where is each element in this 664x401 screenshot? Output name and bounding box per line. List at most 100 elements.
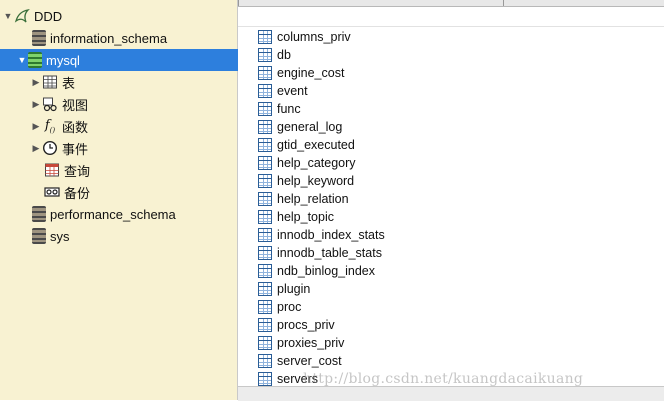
- tab-separator: [238, 0, 239, 6]
- object-tree-sidebar: ▼ DDD information_schema ▼ mysql ▶ 表 ▶ 视…: [0, 0, 238, 400]
- tree-node-connection[interactable]: ▼ DDD: [0, 5, 238, 27]
- tape-backup-icon: [44, 184, 60, 200]
- table-list-item[interactable]: func: [258, 100, 301, 118]
- table-icon: [258, 156, 272, 170]
- table-name: help_keyword: [277, 174, 355, 188]
- table-icon: [258, 354, 272, 368]
- function-fx-icon: f(): [44, 118, 56, 135]
- disclosure-triangle-collapsed-icon[interactable]: ▶: [30, 77, 42, 88]
- table-list-item[interactable]: procs_priv: [258, 316, 335, 334]
- database-label: sys: [50, 228, 70, 244]
- table-list-item[interactable]: proc: [258, 298, 301, 316]
- table-name: innodb_table_stats: [277, 246, 382, 260]
- table-icon: [258, 282, 272, 296]
- table-name: func: [277, 102, 301, 116]
- table-name: engine_cost: [277, 66, 345, 80]
- database-label: information_schema: [50, 30, 168, 46]
- table-name: server_cost: [277, 354, 342, 368]
- tree-node-database-selected[interactable]: ▼ mysql: [0, 49, 238, 71]
- table-list-item[interactable]: help_category: [258, 154, 356, 172]
- tree-node-functions[interactable]: ▶ f() 函数: [0, 115, 238, 137]
- table-list-item[interactable]: general_log: [258, 118, 342, 136]
- tree-child-label: 视图: [62, 97, 89, 113]
- table-icon: [258, 66, 272, 80]
- table-list-item[interactable]: engine_cost: [258, 64, 344, 82]
- tree-node-backups[interactable]: 备份: [0, 181, 238, 203]
- table-icon: [258, 228, 272, 242]
- table-icon: [258, 318, 272, 332]
- database-open-icon: [28, 52, 42, 68]
- tab-separator: [503, 0, 504, 6]
- tree-child-label: 备份: [64, 185, 91, 201]
- tree-node-events[interactable]: ▶ 事件: [0, 137, 238, 159]
- tree-child-label: 表: [62, 75, 76, 91]
- table-list-item[interactable]: help_relation: [258, 190, 349, 208]
- table-list-item[interactable]: event: [258, 82, 308, 100]
- tree-node-database[interactable]: information_schema: [0, 27, 238, 49]
- table-icon: [258, 246, 272, 260]
- table-list-item[interactable]: plugin: [258, 280, 310, 298]
- table-icon: [258, 192, 272, 206]
- table-icon: [258, 30, 272, 44]
- database-icon: [32, 228, 46, 244]
- table-icon: [258, 300, 272, 314]
- table-name: plugin: [277, 282, 311, 296]
- tree-node-database[interactable]: sys: [0, 225, 238, 247]
- database-label: performance_schema: [50, 206, 176, 222]
- table-list-item[interactable]: gtid_executed: [258, 136, 355, 154]
- disclosure-triangle-collapsed-icon[interactable]: ▶: [30, 143, 42, 154]
- object-list-panel: columns_privdb engine_costevent func genera…: [238, 0, 664, 401]
- table-name: gtid_executed: [277, 138, 355, 152]
- table-icon: [258, 336, 272, 350]
- table-list-item[interactable]: ndb_binlog_index: [258, 262, 375, 280]
- watermark-text: http://blog.csdn.net/kuangdacaikuang: [303, 371, 584, 387]
- disclosure-triangle-collapsed-icon[interactable]: ▶: [30, 121, 42, 132]
- disclosure-triangle-expanded-icon[interactable]: ▼: [16, 55, 28, 65]
- table-name: ndb_binlog_index: [277, 264, 376, 278]
- table-list-item[interactable]: db: [258, 46, 291, 64]
- disclosure-triangle-collapsed-icon[interactable]: ▶: [30, 99, 42, 110]
- tree-node-queries[interactable]: 查询: [0, 159, 238, 181]
- clock-icon: [42, 140, 58, 156]
- tab-bar: [238, 0, 664, 7]
- connection-label: DDD: [34, 8, 63, 24]
- table-icon: [258, 264, 272, 278]
- table-name: proxies_priv: [277, 336, 345, 350]
- query-icon: [44, 162, 60, 178]
- tree-node-database[interactable]: performance_schema: [0, 203, 238, 225]
- glasses-icon: [42, 96, 58, 112]
- tree-child-label: 函数: [62, 119, 89, 135]
- table-icon: [258, 138, 272, 152]
- table-list-item[interactable]: server_cost: [258, 352, 342, 370]
- table-icon: [258, 174, 272, 188]
- tree-node-views[interactable]: ▶ 视图: [0, 93, 238, 115]
- table-name: help_topic: [277, 210, 334, 224]
- table-name: help_relation: [277, 192, 349, 206]
- table-list-item[interactable]: help_topic: [258, 208, 334, 226]
- table-icon: [258, 102, 272, 116]
- bottom-toolbar: [238, 386, 664, 401]
- dolphin-connection-icon: [14, 8, 30, 24]
- table-name: proc: [277, 300, 302, 314]
- tree-node-tables[interactable]: ▶ 表: [0, 71, 238, 93]
- disclosure-triangle-expanded-icon[interactable]: ▼: [2, 11, 14, 21]
- database-label: mysql: [46, 52, 80, 68]
- table-name: general_log: [277, 120, 343, 134]
- database-icon: [32, 206, 46, 222]
- table-list-item[interactable]: help_keyword: [258, 172, 354, 190]
- table-list-item[interactable]: proxies_priv: [258, 334, 344, 352]
- table-grid-icon: [42, 74, 58, 90]
- table-name: columns_priv: [277, 30, 351, 44]
- table-name: procs_priv: [277, 318, 335, 332]
- table-icon: [258, 48, 272, 62]
- tree-child-label: 事件: [62, 141, 89, 157]
- table-list-item[interactable]: columns_priv: [258, 28, 351, 46]
- tree-child-label: 查询: [64, 163, 91, 179]
- table-icon: [258, 84, 272, 98]
- database-icon: [32, 30, 46, 46]
- list-header-divider: [238, 26, 664, 27]
- table-list-item[interactable]: innodb_index_stats: [258, 226, 385, 244]
- table-list-item[interactable]: innodb_table_stats: [258, 244, 382, 262]
- table-icon: [258, 210, 272, 224]
- table-name: innodb_index_stats: [277, 228, 385, 242]
